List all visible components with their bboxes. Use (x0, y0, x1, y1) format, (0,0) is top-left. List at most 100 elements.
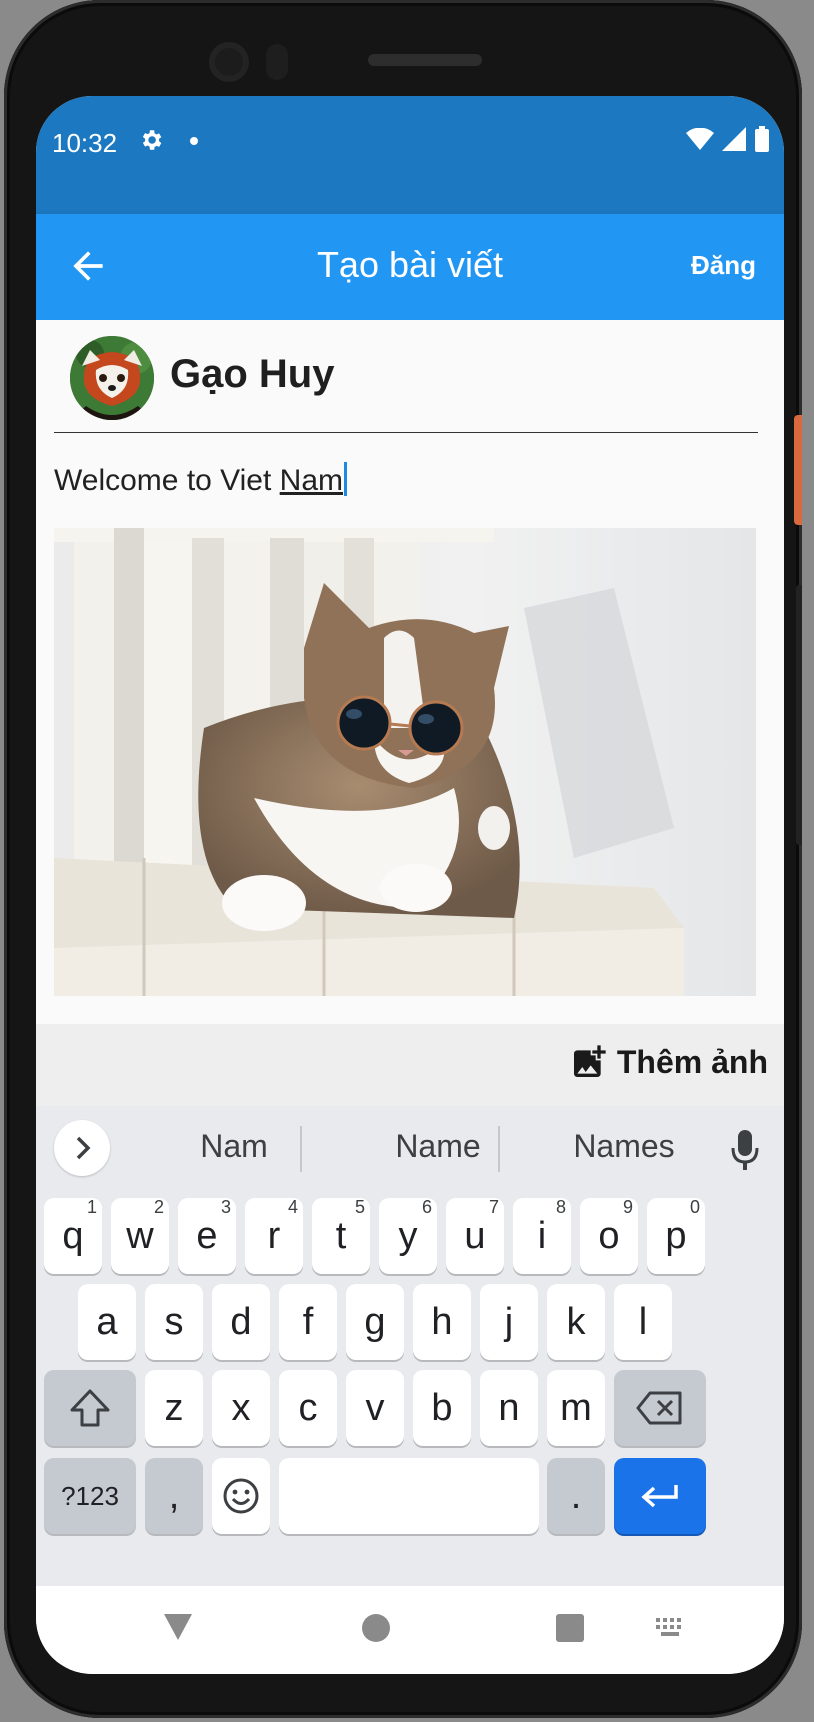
key-v[interactable]: v (346, 1370, 404, 1446)
key-label: p (665, 1215, 687, 1257)
attached-photo[interactable] (54, 528, 756, 996)
shift-arrow-icon (70, 1389, 110, 1427)
backspace-key[interactable] (614, 1370, 706, 1446)
key-q[interactable]: q1 (44, 1197, 102, 1274)
key-s[interactable]: s (145, 1284, 203, 1360)
space-key[interactable] (279, 1458, 539, 1534)
period-key[interactable]: . (547, 1458, 605, 1534)
key-hint: 8 (555, 1197, 566, 1217)
key-r[interactable]: r4 (245, 1197, 303, 1274)
key-x[interactable]: x (212, 1370, 270, 1446)
nav-recents-icon[interactable] (556, 1614, 584, 1642)
key-hint: 3 (220, 1197, 231, 1217)
cat-with-sunglasses-photo (54, 528, 756, 996)
key-y[interactable]: y6 (379, 1197, 437, 1274)
key-b[interactable]: b (413, 1370, 471, 1446)
add-photo-bar: Thêm ảnh (36, 1024, 784, 1106)
power-button (794, 415, 802, 525)
user-name: Gạo Huy (170, 352, 335, 396)
key-l[interactable]: l (614, 1284, 672, 1360)
emoji-key[interactable] (212, 1458, 270, 1534)
key-i[interactable]: i8 (513, 1197, 571, 1274)
expand-toolbar-button[interactable] (54, 1120, 110, 1176)
key-o[interactable]: o9 (580, 1197, 638, 1274)
key-w[interactable]: w2 (111, 1197, 169, 1274)
key-u[interactable]: u7 (446, 1197, 504, 1274)
key-label: i (537, 1215, 547, 1257)
nav-back-triangle-icon[interactable] (162, 1610, 194, 1642)
key-hint: 0 (689, 1197, 700, 1217)
post-button[interactable]: Đăng (691, 250, 756, 281)
key-label: q (62, 1215, 84, 1257)
battery-icon (755, 126, 769, 152)
add-photo-button[interactable]: Thêm ảnh (569, 1042, 768, 1082)
screen: 10:32 Tạo bài viết Đăng Gạo Huy Welcome … (36, 96, 784, 1674)
add-photo-label: Thêm ảnh (616, 1043, 768, 1080)
suggestion-1[interactable]: Nam (134, 1128, 334, 1165)
keyboard-switch-icon[interactable] (656, 1618, 686, 1640)
comma-key[interactable]: , (145, 1458, 203, 1534)
nav-home-icon[interactable] (362, 1614, 390, 1642)
status-bar: 10:32 (36, 96, 784, 214)
key-p[interactable]: p0 (647, 1197, 705, 1274)
key-hint: 1 (86, 1197, 97, 1217)
key-label: y (398, 1215, 418, 1257)
key-label: t (335, 1215, 347, 1257)
app-bar: Tạo bài viết Đăng (36, 214, 784, 320)
key-hint: 5 (354, 1197, 365, 1217)
key-j[interactable]: j (480, 1284, 538, 1360)
suggestion-divider (300, 1126, 302, 1172)
key-hint: 7 (488, 1197, 499, 1217)
chevron-right-icon (76, 1136, 91, 1160)
status-icons (686, 126, 770, 152)
key-hint: 4 (287, 1197, 298, 1217)
key-z[interactable]: z (145, 1370, 203, 1446)
suggestion-strip: Nam Name Names (36, 1106, 784, 1190)
key-label: u (464, 1215, 486, 1257)
page-title: Tạo bài viết (316, 244, 504, 285)
key-label: e (196, 1215, 218, 1257)
enter-key[interactable] (614, 1458, 706, 1534)
front-camera (209, 42, 249, 82)
key-k[interactable]: k (547, 1284, 605, 1360)
emoji-smiley-icon (223, 1478, 259, 1514)
key-hint: 9 (622, 1197, 633, 1217)
symbols-key[interactable]: ?123 (44, 1458, 136, 1534)
key-c[interactable]: c (279, 1370, 337, 1446)
settings-gear-icon (142, 130, 162, 150)
on-screen-keyboard: Nam Name Names q1 w2 e3 r4 t5 y6 u7 i8 o… (36, 1106, 784, 1586)
key-t[interactable]: t5 (312, 1197, 370, 1274)
avatar (70, 336, 154, 420)
text-cursor (344, 462, 348, 496)
key-h[interactable]: h (413, 1284, 471, 1360)
key-a[interactable]: a (78, 1284, 136, 1360)
phone-frame: 10:32 Tạo bài viết Đăng Gạo Huy Welcome … (4, 0, 802, 1718)
system-nav-bar (36, 1586, 784, 1674)
suggestion-3[interactable]: Names (524, 1128, 724, 1165)
status-time: 10:32 (52, 128, 118, 158)
signal-icon (722, 127, 746, 151)
key-m[interactable]: m (547, 1370, 605, 1446)
enter-arrow-icon (641, 1485, 678, 1508)
post-text-composing: Nam (279, 464, 344, 497)
notification-dot-icon (190, 137, 198, 145)
key-d[interactable]: d (212, 1284, 270, 1360)
post-text-plain: Welcome to Viet (54, 464, 280, 497)
compose-area: Gạo Huy Welcome to Viet Nam (36, 320, 784, 1120)
suggestion-2[interactable]: Name (338, 1128, 538, 1165)
key-hint: 2 (153, 1197, 164, 1217)
sensor (266, 44, 288, 80)
key-label: r (267, 1215, 281, 1257)
divider (54, 432, 758, 433)
post-text-input[interactable]: Welcome to Viet Nam (54, 462, 348, 498)
key-f[interactable]: f (279, 1284, 337, 1360)
backspace-icon (636, 1391, 682, 1425)
microphone-icon[interactable] (730, 1128, 760, 1172)
key-hint: 6 (421, 1197, 432, 1217)
key-g[interactable]: g (346, 1284, 404, 1360)
red-panda-avatar-icon (70, 336, 154, 420)
shift-key[interactable] (44, 1370, 136, 1446)
key-n[interactable]: n (480, 1370, 538, 1446)
volume-button (796, 585, 802, 845)
key-e[interactable]: e3 (178, 1197, 236, 1274)
